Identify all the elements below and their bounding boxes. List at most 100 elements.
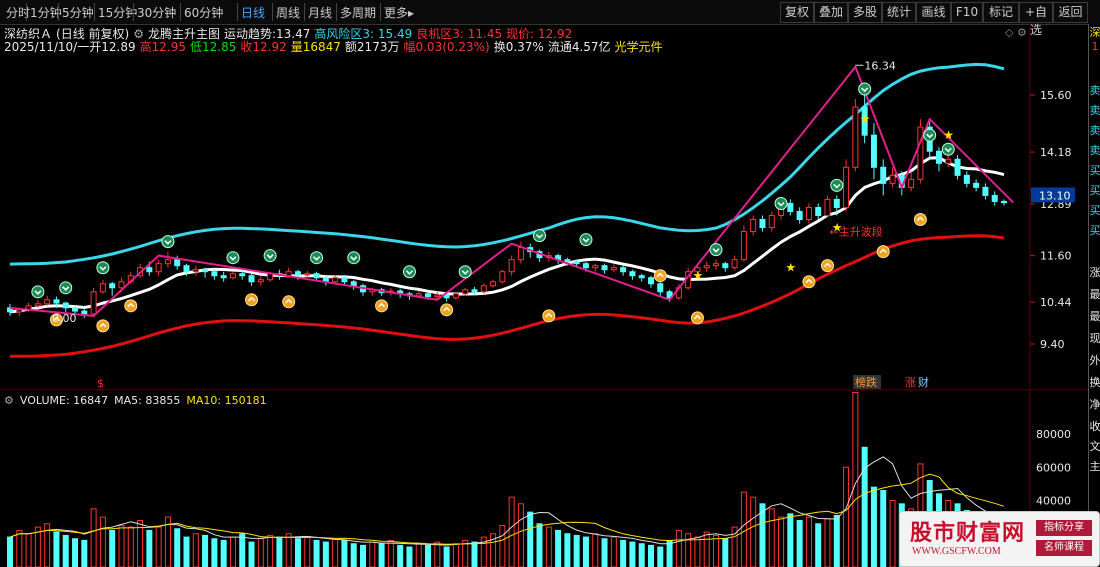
volume-bar	[555, 529, 562, 567]
candle-body	[722, 263, 729, 269]
toolbar-button-5[interactable]: F10	[951, 2, 983, 23]
star-icon: ★	[785, 261, 796, 275]
candle-body	[824, 198, 831, 216]
volume-bar	[202, 534, 209, 567]
volume-bar	[778, 516, 785, 567]
volume-bar	[601, 538, 608, 567]
buy-signal-icon	[653, 269, 667, 283]
volume-bar	[276, 536, 283, 567]
volume-label: VOLUME: 16847	[19, 394, 109, 407]
volume-bar	[694, 536, 701, 567]
volume-bar	[833, 514, 840, 567]
tag-label: 榜跌	[855, 375, 877, 389]
period-tab-6[interactable]: 日线	[241, 4, 265, 21]
toolbar-separator	[133, 3, 134, 21]
sell-signal-icon	[858, 82, 872, 96]
buy-signal-icon	[802, 275, 816, 289]
volume-bar	[53, 531, 60, 567]
side-label-0: 深	[1089, 26, 1100, 39]
volume-bar	[703, 531, 710, 567]
volume-bar	[880, 490, 887, 567]
period-tab-10[interactable]: 更多▸	[384, 4, 414, 21]
sell-signal-icon	[161, 235, 175, 249]
volume-bar	[285, 533, 292, 567]
candle-body	[703, 265, 710, 269]
kline-chart[interactable]: 15.6014.1812.8911.6010.449.4013.10◇ ⚙★★★★…	[0, 24, 1088, 567]
period-tab-8[interactable]: 月线	[308, 4, 332, 21]
sell-signal-icon	[923, 128, 937, 142]
toolbar-button-2[interactable]: 多股	[848, 2, 882, 23]
volume-bar	[452, 543, 459, 567]
toolbar-button-4[interactable]: 画线	[916, 2, 951, 23]
buy-signal-icon	[542, 309, 556, 323]
volume-bar	[350, 543, 357, 567]
volume-bar	[239, 533, 246, 567]
candle-body	[935, 150, 942, 164]
toolbar-separator	[237, 3, 238, 21]
toolbar-separator	[180, 3, 181, 21]
side-label-11: 最	[1089, 288, 1100, 301]
volume-bar	[722, 538, 729, 567]
toolbar-button-7[interactable]: +自选	[1019, 2, 1053, 37]
watermark-tag-share: 指标分享	[1036, 520, 1092, 536]
candle-body	[192, 269, 199, 273]
volume-bar	[146, 529, 153, 567]
candle-body	[341, 277, 348, 283]
volume-bar	[118, 524, 125, 567]
toolbar-button-0[interactable]: 复权	[780, 2, 814, 23]
period-tab-4[interactable]: 30分钟	[137, 4, 176, 21]
volume-bar	[378, 543, 385, 567]
toolbar-button-8[interactable]: 返回	[1053, 2, 1088, 23]
tag-label: 财	[918, 375, 929, 389]
volume-bar	[62, 534, 69, 567]
price-tick: 10.44	[1040, 296, 1072, 309]
volume-bar	[843, 466, 850, 567]
side-label-10: 涨	[1089, 266, 1100, 279]
sell-signal-icon	[263, 249, 277, 263]
period-tab-2[interactable]: 5分钟	[62, 4, 94, 21]
watermark-name: 股市财富网	[910, 520, 1026, 546]
side-label-12: 最	[1089, 310, 1100, 323]
lower-band	[9, 234, 1005, 358]
volume-bar	[443, 546, 450, 567]
volume-bar	[155, 526, 162, 567]
star-icon: ★	[943, 128, 954, 142]
candle-body	[202, 269, 209, 273]
watermark-badge: 股市财富网 WWW.GSCFW.COM 指标分享 名师课程	[899, 511, 1100, 567]
side-label-9: 买	[1089, 224, 1100, 237]
period-toolbar: 分时 1分钟 5分钟 15分钟 30分钟 60分钟 日线 周线 月线 多周期 更多▸ 复权 叠加 多股 统计…	[0, 0, 1100, 37]
side-label-7: 买	[1089, 184, 1100, 197]
candle-body	[564, 259, 571, 263]
candle-body	[248, 275, 255, 283]
settings-icon[interactable]: ⚙	[1017, 26, 1027, 39]
sell-signal-icon	[59, 281, 73, 295]
volume-bar	[406, 546, 413, 567]
sell-signal-icon	[310, 251, 324, 265]
toolbar-button-1[interactable]: 叠加	[814, 2, 848, 23]
period-tab-7[interactable]: 周线	[276, 4, 300, 21]
period-tab-1[interactable]: 1分钟	[30, 4, 62, 21]
candle-body	[805, 206, 812, 221]
volume-bar	[499, 524, 506, 567]
diamond-icon[interactable]: ◇	[1005, 26, 1014, 39]
volume-settings-icon[interactable]: ⚙	[4, 394, 14, 407]
volume-bar	[360, 544, 367, 567]
period-tab-3[interactable]: 15分钟	[98, 4, 137, 21]
watermark-tag-course: 名师课程	[1036, 540, 1092, 556]
volume-bar	[267, 534, 274, 567]
period-tab-5[interactable]: 60分钟	[184, 4, 223, 21]
volume-bar	[192, 533, 199, 567]
toolbar-button-6[interactable]: 标记	[983, 2, 1019, 23]
low-label: 0.00	[52, 312, 77, 325]
candle-body	[499, 271, 506, 283]
volume-bar	[257, 538, 264, 567]
toolbar-separator	[304, 3, 305, 21]
period-tab-9[interactable]: 多周期	[340, 4, 376, 21]
toolbar-button-3[interactable]: 统计	[882, 2, 916, 23]
volume-bar	[90, 508, 97, 567]
candle-body	[434, 294, 441, 298]
candle-body	[592, 265, 599, 269]
candle-body	[843, 166, 850, 208]
side-label-1: 1	[1091, 40, 1099, 53]
sell-signal-icon	[533, 229, 547, 243]
